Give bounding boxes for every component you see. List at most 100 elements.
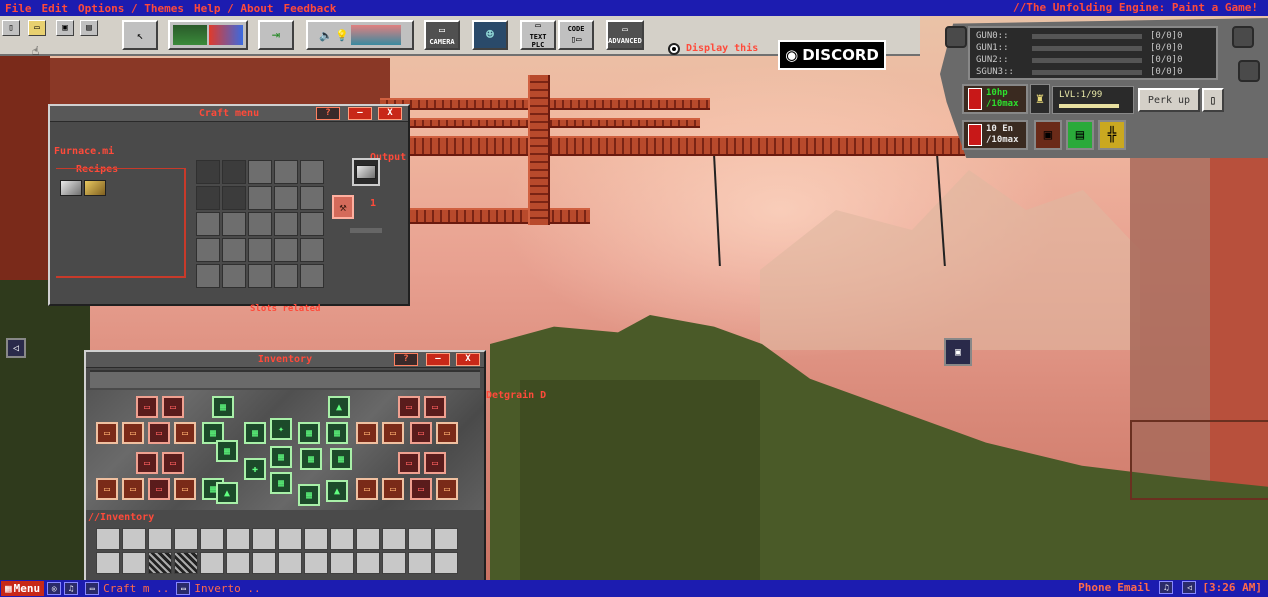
equip-slot[interactable]: ▭ [436, 478, 458, 500]
inventory-slot[interactable] [252, 552, 276, 574]
gold-ingot-recipe-icon[interactable] [84, 180, 106, 196]
inventory-slot[interactable] [330, 552, 354, 574]
inventory-slot[interactable] [330, 528, 354, 550]
equip-slot[interactable]: ▦ [326, 422, 348, 444]
close-button[interactable]: X [378, 107, 402, 120]
craft-slot[interactable] [274, 238, 298, 262]
select-tool-button[interactable]: ↖ [122, 20, 158, 50]
craft-slot[interactable] [300, 212, 324, 236]
inventory-slot[interactable] [304, 528, 328, 550]
camera-button[interactable]: ▭ CAMERA [424, 20, 460, 50]
menu-file[interactable]: File [0, 2, 37, 15]
craft-slot[interactable] [248, 186, 272, 210]
equip-slot[interactable]: ▭ [382, 422, 404, 444]
equip-slot[interactable]: ▭ [174, 478, 196, 500]
ore-item-icon[interactable] [174, 552, 198, 574]
equip-slot[interactable]: ▭ [96, 422, 118, 444]
equip-slot[interactable]: ▭ [410, 478, 432, 500]
equip-slot[interactable]: ▦ [270, 446, 292, 468]
screen-icon[interactable]: ▣ [944, 338, 972, 366]
craft-slot[interactable] [196, 212, 220, 236]
perk-up-button[interactable]: Perk up [1138, 88, 1200, 112]
taskbar-item-inventory[interactable]: ▭ Inverto .. [173, 582, 261, 595]
equip-slot[interactable]: ▦ [330, 448, 352, 470]
equip-slot[interactable]: ▦ [244, 422, 266, 444]
craft-slot[interactable] [300, 238, 324, 262]
minimize-button[interactable]: — [426, 353, 450, 366]
equip-slot[interactable]: ▦ [270, 472, 292, 494]
map-icon[interactable]: ▤ [1066, 120, 1094, 150]
equip-slot[interactable]: ▭ [424, 452, 446, 474]
equip-slot[interactable]: ▭ [96, 478, 118, 500]
inventory-slot[interactable] [96, 552, 120, 574]
inventory-slot[interactable] [226, 552, 250, 574]
craft-slot[interactable] [222, 238, 246, 262]
menu-help-about[interactable]: Help / About [189, 2, 278, 15]
code-button[interactable]: CODE ▯▭ [558, 20, 594, 50]
equip-slot[interactable]: ▭ [136, 396, 158, 418]
equip-slot[interactable]: ▭ [356, 478, 378, 500]
craft-slot[interactable] [274, 264, 298, 288]
equip-slot[interactable]: ▦ [300, 448, 322, 470]
equip-slot[interactable]: ▭ [398, 452, 420, 474]
ore-item-icon[interactable] [148, 552, 172, 574]
inventory-slot[interactable] [226, 528, 250, 550]
export-icon[interactable]: ▤ [80, 20, 98, 36]
craft-slot[interactable] [248, 264, 272, 288]
craft-slot[interactable] [274, 212, 298, 236]
inventory-slot[interactable] [278, 552, 302, 574]
inventory-slot[interactable] [382, 552, 406, 574]
inventory-slot[interactable] [200, 528, 224, 550]
equip-slot[interactable]: ▭ [398, 396, 420, 418]
page-icon[interactable]: ▯ [1202, 88, 1224, 112]
equip-slot[interactable]: ✚ [244, 458, 266, 480]
equip-slot[interactable]: ▭ [162, 396, 184, 418]
inventory-slot[interactable] [252, 528, 276, 550]
speaker-icon[interactable]: ◁ [6, 338, 26, 358]
crosshair-icon[interactable]: ╬ [1098, 120, 1126, 150]
inventory-slot[interactable] [356, 552, 380, 574]
craft-slot[interactable] [222, 186, 246, 210]
equip-slot[interactable]: ▭ [136, 452, 158, 474]
menu-edit[interactable]: Edit [37, 2, 74, 15]
equip-slot[interactable]: ▭ [148, 478, 170, 500]
inventory-slot[interactable] [408, 528, 432, 550]
craft-slot[interactable] [248, 238, 272, 262]
new-file-icon[interactable]: ▯ [2, 20, 20, 36]
craft-slot[interactable] [274, 186, 298, 210]
music-icon[interactable]: ♫ [64, 582, 79, 595]
equip-slot[interactable]: ▭ [122, 422, 144, 444]
craft-slot[interactable] [222, 160, 246, 184]
craft-title-bar[interactable]: Craft menu ? — X [50, 106, 408, 122]
craft-slot[interactable] [274, 160, 298, 184]
terrain-tools-button[interactable] [168, 20, 248, 50]
close-button[interactable]: X [456, 353, 480, 366]
exit-door-button[interactable]: ⇥ [258, 20, 294, 50]
craft-slot[interactable] [196, 238, 220, 262]
iron-ingot-recipe-icon[interactable] [60, 180, 82, 196]
inventory-slot[interactable] [174, 528, 198, 550]
equip-slot[interactable]: ▭ [122, 478, 144, 500]
equip-slot[interactable]: ▭ [436, 422, 458, 444]
inventory-slot[interactable] [96, 528, 120, 550]
inventory-slot[interactable] [434, 528, 458, 550]
inventory-slot[interactable] [382, 528, 406, 550]
taskbar-item-craft[interactable]: ▭ Craft m .. [82, 582, 169, 595]
help-button[interactable]: ? [394, 353, 418, 366]
inventory-slot[interactable] [200, 552, 224, 574]
menu-options-themes[interactable]: Options / Themes [73, 2, 189, 15]
music-icon[interactable]: ♫ [1159, 581, 1174, 594]
phone-link[interactable]: Phone [1078, 581, 1111, 594]
text-place-button[interactable]: ▭ TEXT PLC [520, 20, 556, 50]
open-folder-icon[interactable]: ▭ [28, 20, 46, 36]
equip-slot[interactable]: ▦ [298, 484, 320, 506]
equip-slot[interactable]: ▭ [410, 422, 432, 444]
equip-slot[interactable]: ▦ [212, 396, 234, 418]
equip-slot[interactable]: ▲ [216, 482, 238, 504]
display-radio[interactable] [668, 43, 680, 55]
advanced-button[interactable]: ▭ ADVANCED [606, 20, 644, 50]
equip-slot[interactable]: ▲ [328, 396, 350, 418]
equip-slot[interactable]: ▭ [148, 422, 170, 444]
craft-slot[interactable] [300, 160, 324, 184]
equip-slot[interactable]: ▭ [174, 422, 196, 444]
